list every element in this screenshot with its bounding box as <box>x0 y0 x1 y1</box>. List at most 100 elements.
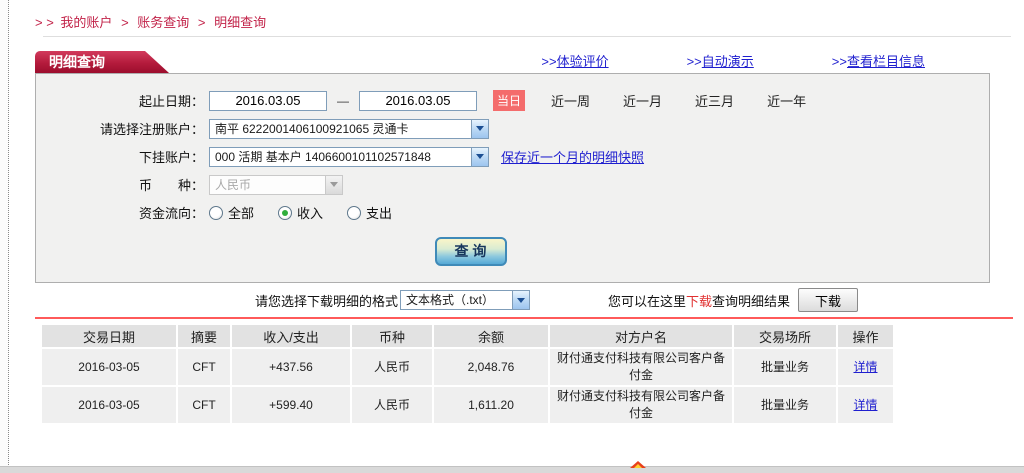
register-account-label: 请选择注册账户： <box>36 119 204 138</box>
flow-option-income[interactable]: 收入 <box>278 203 323 222</box>
link-label: 自动演示 <box>702 54 754 69</box>
horizontal-scrollbar[interactable] <box>0 466 1024 473</box>
register-account-select[interactable]: 南平 6222001406100921065 灵通卡 <box>209 119 489 139</box>
download-format-value: 文本格式（.txt） <box>401 291 512 309</box>
quick-range-last-quarter[interactable]: 近三月 <box>695 91 734 110</box>
quick-range-group: 近一周 近一月 近三月 近一年 <box>551 91 806 110</box>
flame-icon <box>630 461 646 468</box>
currency-value: 人民币 <box>210 176 325 194</box>
col-header-counterparty: 对方户名 <box>550 325 732 347</box>
table-row: 2016-03-05 CFT +599.40 人民币 1,611.20 财付通支… <box>42 387 893 423</box>
today-button[interactable]: 当日 <box>493 90 525 111</box>
col-header-amount: 收入/支出 <box>232 325 350 347</box>
cell-counterparty: 财付通支付科技有限公司客户备付金 <box>550 349 732 385</box>
download-format-select[interactable]: 文本格式（.txt） <box>400 290 530 310</box>
cell-channel: 批量业务 <box>734 349 836 385</box>
date-range-label: 起止日期： <box>36 91 204 110</box>
cell-balance: 2,048.76 <box>434 349 548 385</box>
chevron-down-icon <box>325 176 342 194</box>
table-header-row: 交易日期 摘要 收入/支出 币种 余额 对方户名 交易场所 操作 <box>42 325 893 347</box>
download-row: 请您选择下载明细的格式 文本格式（.txt） 您可以在这里 下载 查询明细结果 … <box>35 283 990 317</box>
breadcrumb-item-account-query[interactable]: 账务查询 <box>137 15 189 30</box>
date-range-dash: — <box>337 94 349 108</box>
link-prefix: >> <box>541 54 556 69</box>
register-account-value: 南平 6222001406100921065 灵通卡 <box>210 120 471 138</box>
col-header-date: 交易日期 <box>42 325 176 347</box>
cell-balance: 1,611.20 <box>434 387 548 423</box>
page: > > 我的账户 > 账务查询 > 明细查询 明细查询 >>体验评价 >>自动演… <box>0 0 1024 473</box>
register-account-row: 请选择注册账户： 南平 6222001406100921065 灵通卡 <box>36 118 989 139</box>
quick-range-last-month[interactable]: 近一月 <box>623 91 662 110</box>
radio-icon <box>278 206 292 220</box>
flow-label: 资金流向： <box>36 203 204 222</box>
frame-resize-divider[interactable] <box>0 0 9 473</box>
flow-option-income-label: 收入 <box>297 203 323 222</box>
breadcrumb-item-detail-query[interactable]: 明细查询 <box>214 15 266 30</box>
transactions-table: 交易日期 摘要 收入/支出 币种 余额 对方户名 交易场所 操作 2016-03… <box>40 323 895 425</box>
table-row: 2016-03-05 CFT +437.56 人民币 2,048.76 财付通支… <box>42 349 893 385</box>
cell-summary: CFT <box>178 349 230 385</box>
cell-action: 详情 <box>838 349 893 385</box>
link-prefix: >> <box>832 54 847 69</box>
main-content: > > 我的账户 > 账务查询 > 明细查询 明细查询 >>体验评价 >>自动演… <box>35 0 1013 425</box>
col-header-action: 操作 <box>838 325 893 347</box>
detail-link[interactable]: 详情 <box>853 398 877 412</box>
cell-currency: 人民币 <box>352 387 432 423</box>
col-header-balance: 余额 <box>434 325 548 347</box>
cell-counterparty: 财付通支付科技有限公司客户备付金 <box>550 387 732 423</box>
sub-account-select[interactable]: 000 活期 基本户 1406600101102571848 <box>209 147 489 167</box>
date-range-row: 起止日期： — 当日 近一周 近一月 近三月 近一年 <box>36 90 989 111</box>
breadcrumb-item-my-account[interactable]: 我的账户 <box>60 15 112 30</box>
breadcrumb-separator: > <box>121 15 129 30</box>
link-experience-rating[interactable]: >>体验评价 <box>541 51 608 70</box>
table-top-divider <box>35 317 1013 319</box>
flow-option-all[interactable]: 全部 <box>209 203 254 222</box>
flow-option-expense[interactable]: 支出 <box>347 203 392 222</box>
link-label: 查看栏目信息 <box>847 54 925 69</box>
tab-detail-query[interactable]: 明细查询 <box>35 51 169 73</box>
col-header-currency: 币种 <box>352 325 432 347</box>
breadcrumb-separator: > <box>198 15 206 30</box>
breadcrumb-prefix: > > <box>35 15 54 30</box>
download-format-label: 请您选择下载明细的格式 <box>255 291 398 310</box>
sub-account-row: 下挂账户： 000 活期 基本户 1406600101102571848 保存近… <box>36 146 989 167</box>
download-hint-emphasis: 下载 <box>686 291 712 310</box>
detail-link[interactable]: 详情 <box>853 360 877 374</box>
chevron-down-icon <box>512 291 529 309</box>
flow-radio-group: 全部 收入 支出 <box>209 203 392 222</box>
currency-row: 币 种： 人民币 <box>36 174 989 195</box>
header-links: >>体验评价 >>自动演示 >>查看栏目信息 <box>541 51 925 73</box>
link-label: 体验评价 <box>557 54 609 69</box>
breadcrumb-divider <box>43 36 1011 37</box>
currency-select-disabled: 人民币 <box>209 175 343 195</box>
col-header-channel: 交易场所 <box>734 325 836 347</box>
end-date-input[interactable] <box>359 91 477 111</box>
flow-option-expense-label: 支出 <box>366 203 392 222</box>
cell-amount: +437.56 <box>232 349 350 385</box>
cell-action: 详情 <box>838 387 893 423</box>
link-auto-demo[interactable]: >>自动演示 <box>687 51 754 70</box>
cell-amount: +599.40 <box>232 387 350 423</box>
start-date-input[interactable] <box>209 91 327 111</box>
quick-range-last-year[interactable]: 近一年 <box>767 91 806 110</box>
download-button[interactable]: 下载 <box>798 288 858 312</box>
download-hint-group: 您可以在这里 下载 查询明细结果 下载 <box>608 288 990 312</box>
chevron-down-icon <box>471 120 488 138</box>
download-hint-before: 您可以在这里 <box>608 291 686 310</box>
link-prefix: >> <box>687 54 702 69</box>
radio-icon <box>347 206 361 220</box>
breadcrumb: > > 我的账户 > 账务查询 > 明细查询 <box>35 0 1013 31</box>
chevron-down-icon <box>471 148 488 166</box>
panel-header: 明细查询 >>体验评价 >>自动演示 >>查看栏目信息 <box>35 51 1013 73</box>
cell-channel: 批量业务 <box>734 387 836 423</box>
quick-range-last-week[interactable]: 近一周 <box>551 91 590 110</box>
radio-icon <box>209 206 223 220</box>
save-snapshot-link[interactable]: 保存近一个月的明细快照 <box>501 147 644 166</box>
link-view-column-info[interactable]: >>查看栏目信息 <box>832 51 925 70</box>
query-button[interactable]: 查 询 <box>435 237 507 266</box>
query-button-row: 查 询 <box>36 237 989 266</box>
cell-currency: 人民币 <box>352 349 432 385</box>
cell-date: 2016-03-05 <box>42 349 176 385</box>
download-hint-after: 查询明细结果 <box>712 291 790 310</box>
col-header-summary: 摘要 <box>178 325 230 347</box>
